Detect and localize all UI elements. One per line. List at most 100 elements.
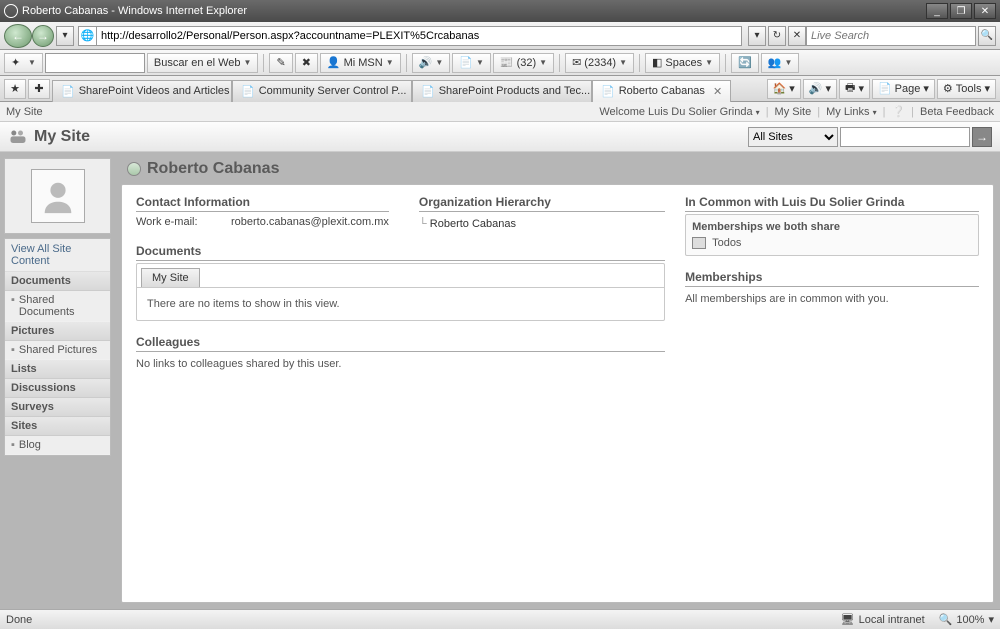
site-search-input[interactable] <box>840 127 970 147</box>
add-favorite-button[interactable]: ✚ <box>28 79 50 99</box>
documents-section: Documents My Site There are no items to … <box>136 244 665 321</box>
nav-header-pictures[interactable]: Pictures <box>5 322 110 341</box>
search-engine-button[interactable]: Buscar en el Web▼ <box>147 53 259 73</box>
search-go-button[interactable]: 🔍 <box>978 26 996 46</box>
toolbar-logo[interactable]: ✦▼ <box>4 53 43 73</box>
left-column: View All Site Content Documents ▪Shared … <box>0 152 115 609</box>
nav-header-discussions[interactable]: Discussions <box>5 379 110 398</box>
nav-header-surveys[interactable]: Surveys <box>5 398 110 417</box>
avatar <box>31 169 85 223</box>
beta-feedback-link[interactable]: Beta Feedback <box>920 106 994 118</box>
browser-toolbar: ✦▼ Buscar en el Web▼ ✎ ✖ 👤Mi MSN▼ 🔊▼ 📄▼ … <box>0 50 1000 76</box>
popup-button[interactable]: ✖ <box>295 53 318 73</box>
messenger-button[interactable]: 👥▼ <box>761 53 800 73</box>
status-done: Done <box>6 614 841 626</box>
page-title: My Site <box>34 128 748 146</box>
separator <box>639 54 640 72</box>
close-button[interactable]: ✕ <box>974 3 996 19</box>
nav-header-lists[interactable]: Lists <box>5 360 110 379</box>
tab-community-server[interactable]: 📄Community Server Control P... <box>232 80 412 102</box>
tab-strip: 📄SharePoint Videos and Articles 📄Communi… <box>52 76 767 102</box>
status-bar: Done 🖥 Local intranet 🔍 100% ▾ <box>0 609 1000 629</box>
work-email-value[interactable]: roberto.cabanas@plexit.com.mx <box>231 216 389 228</box>
mylinks-menu[interactable]: My Links ▾ <box>826 106 876 118</box>
memberships-note: All memberships are in common with you. <box>685 289 979 305</box>
address-input[interactable] <box>96 26 742 46</box>
stop-button[interactable]: ✕ <box>788 26 806 46</box>
content-right: In Common with Luis Du Solier Grinda Mem… <box>685 195 979 319</box>
nav-header-documents[interactable]: Documents <box>5 272 110 291</box>
favorites-button[interactable]: ★ <box>4 79 26 99</box>
documents-tab-mysite[interactable]: My Site <box>141 268 200 287</box>
org-node-self[interactable]: Roberto Cabanas <box>431 218 665 230</box>
maximize-button[interactable]: ❐ <box>950 3 972 19</box>
recent-dropdown[interactable]: ▾ <box>56 26 74 46</box>
spaces-button[interactable]: ◧Spaces▼ <box>645 53 720 73</box>
in-common-section: In Common with Luis Du Solier Grinda Mem… <box>685 195 979 256</box>
nav-header-sites[interactable]: Sites <box>5 417 110 436</box>
memberships-section: Memberships All memberships are in commo… <box>685 270 979 305</box>
rss-count-button[interactable]: 📰(32)▼ <box>493 53 554 73</box>
tab-roberto-cabanas[interactable]: 📄Roberto Cabanas✕ <box>592 80 731 102</box>
page-icon: 🌐 <box>78 26 96 46</box>
browser-tab-row: ★ ✚ 📄SharePoint Videos and Articles 📄Com… <box>0 76 1000 102</box>
page-menu[interactable]: 📄Page▾ <box>872 79 935 99</box>
search-scope-select[interactable]: All Sites <box>748 127 838 147</box>
mysite-header: My Site All Sites → <box>0 122 1000 152</box>
profile-title: Roberto Cabanas <box>121 160 994 184</box>
sp-breadcrumb[interactable]: My Site <box>6 106 43 118</box>
print-button[interactable]: 🖶▾ <box>839 79 870 99</box>
shared-membership-item[interactable]: Todos <box>692 237 972 249</box>
security-zone[interactable]: 🖥 Local intranet <box>841 613 925 626</box>
colleagues-empty-text: No links to colleagues shared by this us… <box>136 354 665 370</box>
zoom-control[interactable]: 🔍 100% ▾ <box>939 613 994 626</box>
work-email-label: Work e-mail: <box>136 216 231 228</box>
site-search-go[interactable]: → <box>972 127 992 147</box>
nav-item-blog[interactable]: ▪Blog <box>5 436 110 455</box>
refresh-button[interactable]: ↻ <box>768 26 786 46</box>
contact-info-header: Contact Information <box>136 195 389 212</box>
mail-button[interactable]: ✉(2334)▼ <box>565 53 634 73</box>
zoom-icon: 🔍 <box>939 613 953 626</box>
view-all-content-link[interactable]: View All Site Content <box>5 239 110 272</box>
tools-menu[interactable]: ⚙Tools▾ <box>937 79 996 99</box>
separator <box>406 54 407 72</box>
close-icon[interactable]: ✕ <box>713 85 722 98</box>
mimsn-button[interactable]: 👤Mi MSN▼ <box>320 53 401 73</box>
sync-button[interactable]: 🔄 <box>731 53 759 73</box>
sp-global-nav: My Site Welcome Luis Du Solier Grinda ▾ … <box>0 102 1000 122</box>
main-column: Roberto Cabanas Contact Information Work… <box>115 152 1000 609</box>
tab-sharepoint-videos[interactable]: 📄SharePoint Videos and Articles <box>52 80 232 102</box>
minimize-button[interactable]: _ <box>926 3 948 19</box>
separator <box>263 54 264 72</box>
rss-button[interactable]: 🔊▼ <box>412 53 451 73</box>
nav-item-shared-documents[interactable]: ▪Shared Documents <box>5 291 110 322</box>
intranet-icon: 🖥 <box>841 613 855 626</box>
nav-item-shared-pictures[interactable]: ▪Shared Pictures <box>5 341 110 360</box>
feeds-tool-button[interactable]: 🔊▾ <box>803 79 837 99</box>
in-common-header: In Common with Luis Du Solier Grinda <box>685 195 979 212</box>
toolbar-search-input[interactable] <box>45 53 145 73</box>
help-button[interactable]: ❔ <box>891 105 905 118</box>
people-icon <box>8 128 28 146</box>
mysite-link[interactable]: My Site <box>775 106 812 118</box>
feeds-button[interactable]: 📄▼ <box>452 53 491 73</box>
highlight-button[interactable]: ✎ <box>269 53 292 73</box>
home-button[interactable]: 🏠▾ <box>767 79 801 99</box>
content-left: Contact Information Work e-mail: roberto… <box>136 195 665 384</box>
colleagues-section: Colleagues No links to colleagues shared… <box>136 335 665 370</box>
address-dropdown[interactable]: ▾ <box>748 26 766 46</box>
forward-button[interactable]: → <box>32 25 54 47</box>
browser-nav-bar: ← → ▾ 🌐 ▾ ↻ ✕ 🔍 <box>0 22 1000 50</box>
org-hierarchy-section: Organization Hierarchy Roberto Cabanas <box>419 195 665 230</box>
tab-sharepoint-products[interactable]: 📄SharePoint Products and Tec... <box>412 80 592 102</box>
live-search-input[interactable] <box>806 26 976 46</box>
site-search: All Sites → <box>748 127 992 147</box>
page-body: View All Site Content Documents ▪Shared … <box>0 152 1000 609</box>
profile-name: Roberto Cabanas <box>147 160 279 178</box>
window-titlebar: Roberto Cabanas - Windows Internet Explo… <box>0 0 1000 22</box>
separator <box>559 54 560 72</box>
welcome-menu[interactable]: Welcome Luis Du Solier Grinda ▾ <box>599 106 759 118</box>
documents-header: Documents <box>136 244 665 261</box>
back-button[interactable]: ← <box>4 24 32 48</box>
